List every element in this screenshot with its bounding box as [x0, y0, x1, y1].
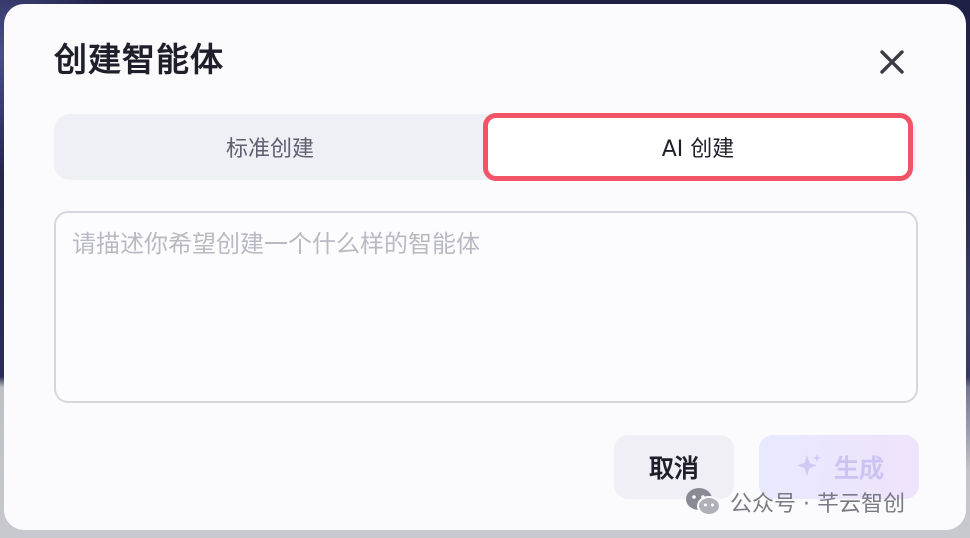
tab-label: AI 创建 [661, 137, 735, 162]
cancel-label: 取消 [648, 454, 699, 483]
sparkle-icon [796, 454, 821, 476]
wechat-icon [686, 488, 721, 516]
agent-description-input[interactable] [54, 211, 918, 403]
dialog-title: 创建智能体 [54, 40, 224, 79]
tab-standard-create[interactable]: 标准创建 [54, 114, 486, 180]
creation-mode-tabs: 标准创建 AI 创建 [54, 114, 916, 180]
watermark: 公众号 · 芊云智创 [684, 482, 905, 522]
tab-label: 标准创建 [225, 137, 314, 162]
generate-label: 生成 [833, 454, 884, 483]
close-button[interactable] [870, 40, 914, 84]
tab-ai-create[interactable]: AI 创建 [488, 118, 908, 176]
create-agent-dialog: 创建智能体 标准创建 AI 创建 取消 生成 [4, 4, 966, 530]
close-icon [880, 50, 904, 74]
watermark-text: 公众号 · 芊云智创 [730, 492, 905, 517]
